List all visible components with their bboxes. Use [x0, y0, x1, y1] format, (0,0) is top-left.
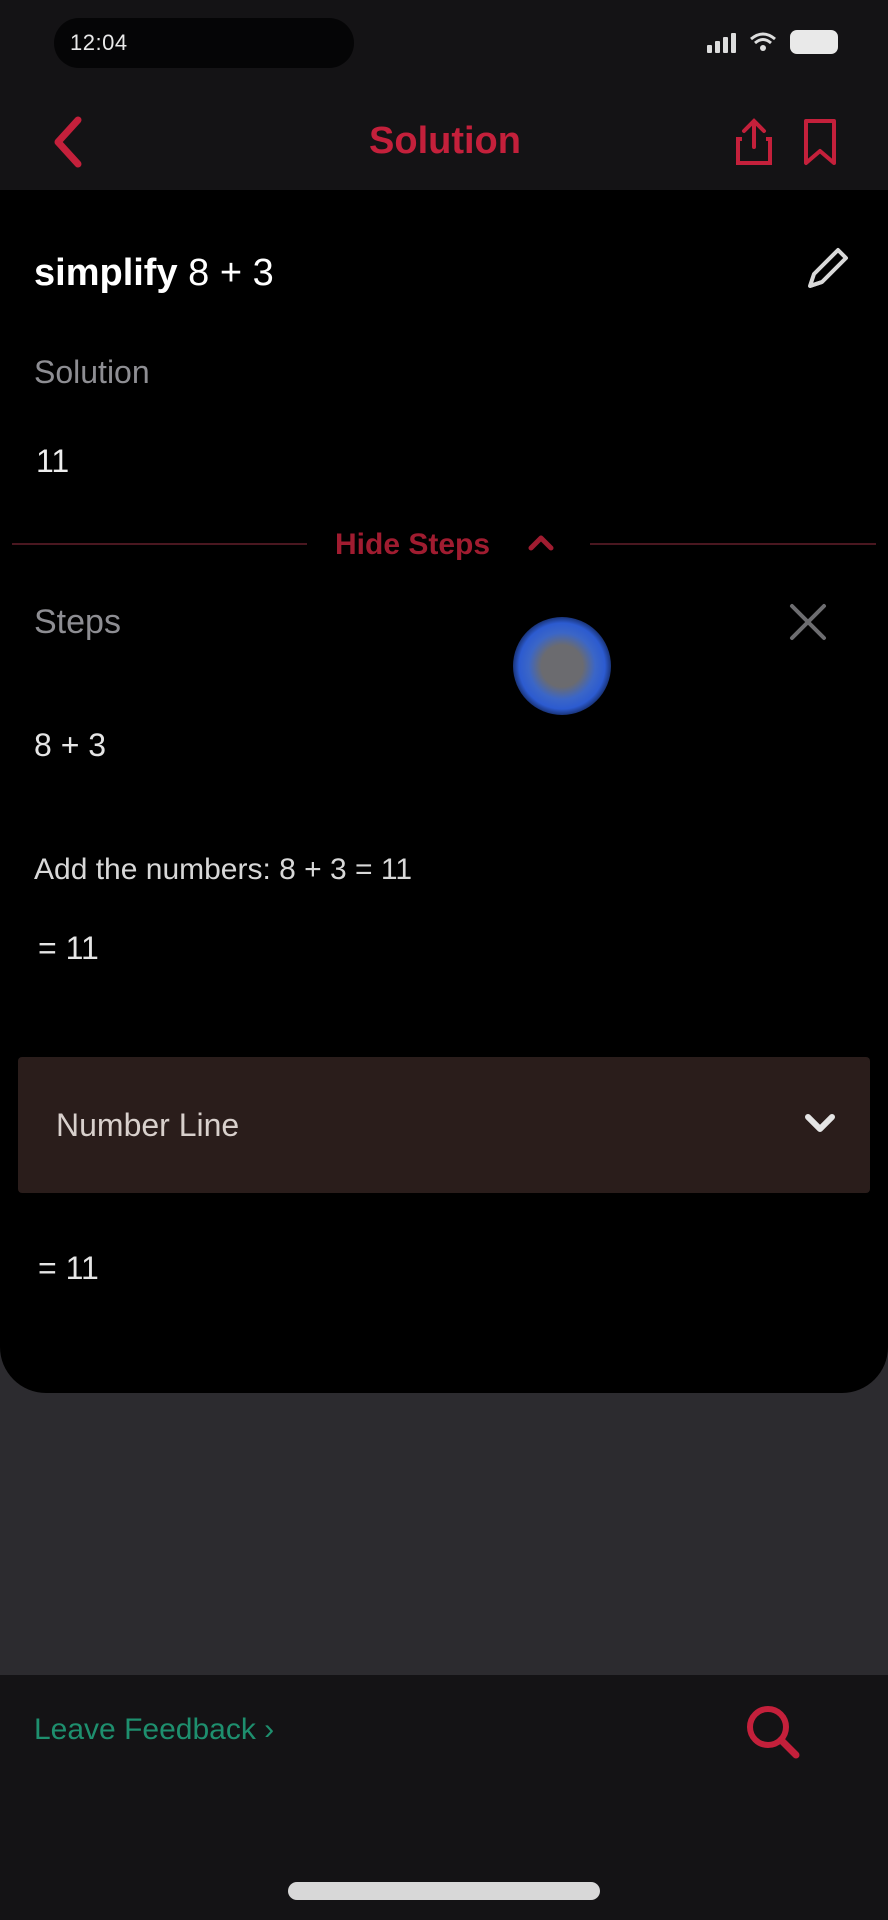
problem-expression: 8 + 3	[188, 252, 274, 294]
search-icon[interactable]	[736, 1695, 810, 1769]
steps-label: Steps	[34, 603, 121, 641]
solution-value: 11	[36, 443, 70, 479]
step-2-description: Add the numbers: 8 + 3 = 11	[34, 853, 413, 886]
hide-steps-label[interactable]: Hide Steps	[335, 528, 490, 562]
bookmark-icon[interactable]	[798, 117, 842, 167]
number-line-label: Number Line	[56, 1107, 240, 1143]
chevron-down-icon[interactable]	[800, 1103, 840, 1143]
signal-icon	[707, 31, 736, 53]
status-icons	[707, 30, 838, 54]
hide-steps-toggle[interactable]: Hide Steps	[12, 520, 876, 568]
home-indicator	[288, 1882, 600, 1900]
chevron-left-icon[interactable]	[44, 112, 94, 172]
touch-indicator	[513, 617, 611, 715]
leave-feedback-link[interactable]: Leave Feedback ›	[34, 1713, 274, 1747]
battery-icon	[790, 30, 838, 54]
solution-label: Solution	[34, 354, 150, 390]
divider-right	[590, 543, 876, 545]
chevron-up-icon[interactable]	[524, 526, 558, 560]
step-2-result: = 11	[38, 930, 99, 966]
share-icon[interactable]	[732, 117, 776, 167]
wifi-icon	[750, 32, 776, 51]
status-time-pill: 12:04	[54, 18, 354, 68]
status-time: 12:04	[70, 30, 128, 55]
page-title: Solution	[369, 120, 521, 162]
divider-left	[12, 543, 307, 545]
step-1-expression: 8 + 3	[34, 727, 107, 763]
problem-title: simplify 8 + 3	[34, 252, 274, 295]
pencil-icon[interactable]	[800, 242, 854, 296]
number-line-result: = 11	[38, 1250, 99, 1286]
close-icon[interactable]	[780, 594, 836, 650]
problem-verb: simplify	[34, 252, 178, 294]
number-line-dropdown[interactable]: Number Line	[18, 1057, 870, 1193]
